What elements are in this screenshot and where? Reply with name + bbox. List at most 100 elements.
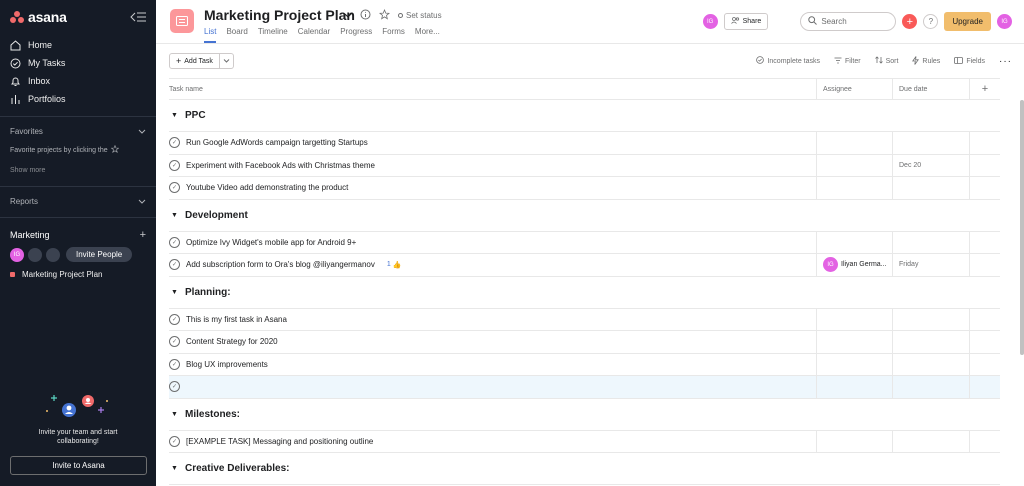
column-header-assignee[interactable]: Assignee [816, 79, 892, 99]
avatar-placeholder[interactable] [28, 247, 42, 262]
task-name-cell[interactable]: ✓ Optimize Ivy Widget's mobile app for An… [169, 232, 816, 254]
invite-people-button[interactable]: Invite People [66, 247, 133, 262]
section-header[interactable]: ▼ PPC [169, 100, 1000, 132]
reports-header[interactable]: Reports [0, 197, 156, 206]
avatar[interactable]: IG [10, 247, 24, 262]
table-row[interactable]: ✓ Optimize Ivy Widget's mobile app for An… [169, 231, 1000, 254]
task-name[interactable]: Add subscription form to Ora's blog @ili… [186, 260, 375, 269]
section-header[interactable]: ▼ Creative Deliverables: [169, 453, 1000, 485]
due-date-cell[interactable] [892, 353, 969, 375]
complete-checkbox-icon[interactable]: ✓ [169, 137, 180, 149]
table-row[interactable]: ✓ Experiment with Facebook Ads with Chris… [169, 154, 1000, 177]
complete-checkbox-icon[interactable]: ✓ [169, 259, 180, 271]
task-name[interactable]: [EXAMPLE TASK] Messaging and positioning… [186, 437, 373, 446]
sidebar-project-item[interactable]: Marketing Project Plan [0, 270, 156, 279]
section-header[interactable]: ▼ Planning: [169, 277, 1000, 309]
upgrade-button[interactable]: Upgrade [944, 12, 991, 31]
chevron-down-icon[interactable] [344, 11, 352, 20]
complete-checkbox-icon[interactable]: ✓ [169, 236, 180, 248]
sidebar-item-home[interactable]: Home [0, 36, 156, 54]
sidebar-item-inbox[interactable]: Inbox [0, 72, 156, 90]
tab-list[interactable]: List [204, 27, 217, 43]
due-date-cell[interactable] [892, 177, 969, 199]
quick-add-button[interactable]: + [902, 14, 918, 29]
invite-to-asana-button[interactable]: Invite to Asana [10, 456, 147, 475]
caret-down-icon[interactable]: ▼ [171, 112, 185, 119]
task-name[interactable]: Blog UX improvements [186, 360, 268, 369]
set-status-button[interactable]: Set status [398, 11, 442, 20]
tab-more[interactable]: More... [415, 27, 440, 43]
task-name-cell[interactable]: ✓ This is my first task in Asana [169, 309, 816, 331]
task-name-cell[interactable]: ✓ [169, 376, 816, 398]
table-row[interactable]: ✓ Youtube Video add demonstrating the pro… [169, 177, 1000, 200]
star-icon[interactable] [378, 8, 391, 22]
asana-logo[interactable]: asana [10, 9, 67, 25]
caret-down-icon[interactable]: ▼ [171, 289, 185, 296]
complete-checkbox-icon[interactable]: ✓ [169, 435, 180, 447]
table-row[interactable]: ✓ [EXAMPLE TASK] Messaging and positionin… [169, 430, 1000, 453]
table-row[interactable]: ✓ Content Strategy for 2020 [169, 331, 1000, 354]
assignee-cell[interactable] [816, 308, 892, 330]
complete-checkbox-icon[interactable]: ✓ [169, 313, 180, 325]
team-marketing[interactable]: Marketing + [0, 229, 156, 241]
due-date-cell[interactable] [892, 430, 969, 452]
table-row[interactable]: ✓ This is my first task in Asana [169, 308, 1000, 331]
table-row[interactable]: ✓ Blog UX improvements [169, 353, 1000, 376]
task-name-cell[interactable]: ✓ Content Strategy for 2020 [169, 331, 816, 353]
tab-board[interactable]: Board [226, 27, 247, 43]
assignee-cell[interactable] [816, 331, 892, 353]
complete-checkbox-icon[interactable]: ✓ [169, 358, 180, 370]
task-name-cell[interactable]: ✓ Blog UX improvements [169, 354, 816, 376]
assignee-cell[interactable] [816, 132, 892, 154]
sidebar-item-my-tasks[interactable]: My Tasks [0, 54, 156, 72]
more-options-icon[interactable]: ··· [999, 56, 1012, 67]
due-date-cell[interactable] [892, 376, 969, 398]
assignee-cell[interactable] [816, 154, 892, 176]
sidebar-item-portfolios[interactable]: Portfolios [0, 90, 156, 108]
fields-button[interactable]: Fields [954, 56, 985, 66]
avatar[interactable]: IG [702, 14, 718, 29]
task-name-cell[interactable]: ✓ Experiment with Facebook Ads with Chris… [169, 155, 816, 177]
favorites-header[interactable]: Favorites [0, 127, 156, 136]
section-header[interactable]: ▼ Development [169, 200, 1000, 232]
assignee-cell[interactable] [816, 231, 892, 253]
table-row[interactable]: ✓ Run Google AdWords campaign targetting … [169, 132, 1000, 155]
assignee-cell[interactable] [816, 430, 892, 452]
task-name[interactable]: Experiment with Facebook Ads with Christ… [186, 161, 375, 170]
add-icon[interactable]: + [140, 229, 146, 241]
column-header-task-name[interactable]: Task name [169, 79, 816, 99]
task-name-cell[interactable]: ✓ Add subscription form to Ora's blog @il… [169, 254, 816, 276]
tab-progress[interactable]: Progress [340, 27, 372, 43]
task-likes[interactable]: 1 👍 [387, 261, 402, 269]
assignee-cell[interactable] [816, 177, 892, 199]
table-row[interactable]: ✓ Add subscription form to Ora's blog @il… [169, 254, 1000, 277]
due-date-cell[interactable]: Friday [892, 254, 969, 276]
assignee-cell[interactable]: IG Iliyan Germa... [816, 254, 892, 276]
assignee-cell[interactable] [816, 353, 892, 375]
sort-button[interactable]: Sort [874, 56, 898, 66]
column-header-due-date[interactable]: Due date [892, 79, 969, 99]
show-more-link[interactable]: Show more [0, 167, 156, 174]
section-header[interactable]: ▼ Milestones: [169, 399, 1000, 431]
task-name[interactable]: This is my first task in Asana [186, 315, 287, 324]
tab-calendar[interactable]: Calendar [298, 27, 330, 43]
task-name[interactable]: Run Google AdWords campaign targetting S… [186, 138, 368, 147]
complete-checkbox-icon[interactable]: ✓ [169, 182, 180, 194]
task-name-cell[interactable]: ✓ Youtube Video add demonstrating the pro… [169, 177, 816, 199]
tab-timeline[interactable]: Timeline [258, 27, 288, 43]
avatar-placeholder[interactable] [46, 247, 60, 262]
search-input[interactable]: Search [800, 12, 897, 31]
caret-down-icon[interactable]: ▼ [171, 212, 185, 219]
incomplete-tasks-filter[interactable]: Incomplete tasks [756, 56, 820, 66]
due-date-cell[interactable] [892, 308, 969, 330]
add-task-dropdown[interactable] [219, 53, 234, 69]
filter-button[interactable]: Filter [834, 57, 861, 66]
complete-checkbox-icon[interactable]: ✓ [169, 159, 180, 171]
add-task-button[interactable]: + Add Task [169, 53, 220, 69]
complete-checkbox-icon[interactable]: ✓ [169, 336, 180, 348]
task-name-cell[interactable]: ✓ [EXAMPLE TASK] Messaging and positionin… [169, 431, 816, 453]
due-date-cell[interactable] [892, 331, 969, 353]
share-button[interactable]: Share [723, 13, 769, 30]
task-name[interactable]: Content Strategy for 2020 [186, 337, 278, 346]
page-title[interactable]: Marketing Project Plan [204, 7, 355, 23]
